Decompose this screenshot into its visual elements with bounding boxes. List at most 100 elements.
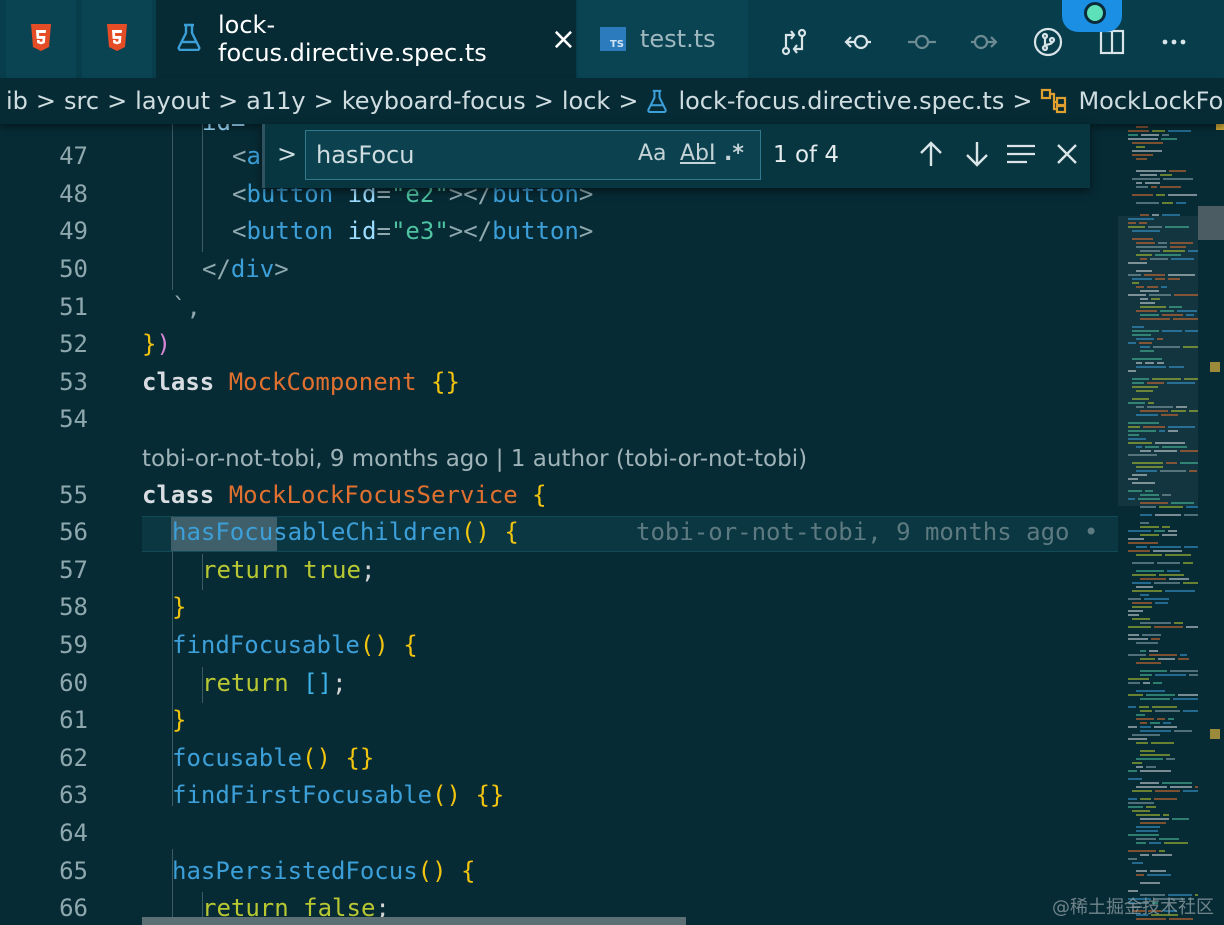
- minimap-code-line: [1136, 338, 1154, 340]
- minimap-code-line: [1140, 450, 1151, 452]
- minimap-code-line: [1128, 438, 1146, 440]
- minimap-code-line: [1136, 186, 1148, 188]
- minimap-code-line: [1165, 226, 1189, 228]
- token: hasPersistedFocus: [172, 857, 418, 885]
- minimap-code-line: [1128, 134, 1138, 136]
- token: {: [403, 631, 418, 659]
- minimap-code-line: [1173, 698, 1198, 700]
- html5-icon: [29, 23, 53, 55]
- minimap-code-line: [1128, 294, 1146, 296]
- toggle-replace-chevron-icon[interactable]: >: [277, 140, 297, 168]
- breadcrumb-item[interactable]: layout: [135, 87, 210, 115]
- find-widget: > Aa AbI .* 1 of 4: [262, 124, 1090, 188]
- minimap-code-line: [1136, 466, 1163, 468]
- minimap-code-line: [1168, 274, 1195, 276]
- find-in-selection-icon[interactable]: [1003, 136, 1039, 172]
- minimap-code-line: [1132, 734, 1160, 736]
- minimap-code-line: [1140, 534, 1159, 536]
- git-blame-codelens[interactable]: tobi-or-not-tobi, 9 months ago | 1 autho…: [142, 446, 807, 472]
- minimap-find-marker: [1210, 362, 1220, 372]
- minimap-code-line: [1136, 170, 1166, 172]
- minimap-code-line: [1140, 494, 1159, 496]
- minimap-code-line: [1140, 698, 1170, 700]
- minimap-code-line: [1136, 554, 1162, 556]
- minimap-code-line: [1180, 462, 1198, 464]
- go-back-icon[interactable]: [838, 22, 878, 62]
- close-find-icon[interactable]: [1049, 136, 1085, 172]
- breadcrumb-item[interactable]: keyboard-focus: [342, 87, 526, 115]
- chevron-right-icon: >: [107, 87, 128, 115]
- breadcrumb-item[interactable]: src: [64, 87, 99, 115]
- match-whole-word-toggle[interactable]: AbI: [680, 141, 716, 166]
- minimap-code-line: [1160, 174, 1172, 176]
- breadcrumb-file[interactable]: lock-focus.directive.spec.ts: [646, 87, 1004, 115]
- tab-lock-focus-spec[interactable]: lock-focus.directive.spec.ts ×: [156, 0, 576, 78]
- source-control-icon[interactable]: [1028, 22, 1068, 62]
- beaker-icon: [646, 89, 668, 113]
- horizontal-scrollbar[interactable]: [142, 917, 686, 925]
- git-compare-icon[interactable]: [774, 22, 814, 62]
- minimap-code-line: [1136, 830, 1158, 832]
- breadcrumb-symbol[interactable]: MockLockFocusSe: [1040, 87, 1224, 115]
- minimap-code-line: [1140, 350, 1154, 352]
- minimap-code-line: [1151, 638, 1160, 640]
- vertical-scrollbar-thumb[interactable]: [1198, 206, 1224, 240]
- match-case-toggle[interactable]: Aa: [638, 141, 667, 166]
- minimap-code-line: [1140, 506, 1156, 508]
- minimap-code-line: [1174, 730, 1192, 732]
- minimap-code-line: [1136, 814, 1160, 816]
- minimap-code-line: [1128, 542, 1158, 544]
- breadcrumb-item[interactable]: lock: [562, 87, 610, 115]
- find-input[interactable]: [316, 141, 636, 169]
- minimap-code-line: [1128, 130, 1149, 132]
- minimap-code-line: [1136, 874, 1144, 876]
- previous-match-icon[interactable]: [913, 136, 949, 172]
- close-icon[interactable]: ×: [551, 22, 576, 57]
- minimap-code-line: [1136, 714, 1145, 716]
- more-actions-icon[interactable]: [1154, 22, 1194, 62]
- git-commit-icon[interactable]: [902, 22, 942, 62]
- line-number: 52: [59, 330, 88, 358]
- minimap-code-line: [1136, 310, 1157, 312]
- token: <: [232, 180, 247, 208]
- line-number: 61: [59, 706, 88, 734]
- minimap-code-line: [1132, 606, 1152, 608]
- minimap-code-line: [1147, 382, 1164, 384]
- breadcrumb-item[interactable]: ib: [6, 87, 28, 115]
- minimap-code-line: [1128, 550, 1150, 552]
- tab-html-1[interactable]: [6, 0, 76, 78]
- minimap-code-line: [1132, 602, 1152, 604]
- minimap-code-line: [1128, 598, 1141, 600]
- use-regex-toggle[interactable]: .*: [724, 141, 744, 166]
- minimap-code-line: [1140, 174, 1157, 176]
- minimap-code-line: [1162, 446, 1187, 448]
- token: }: [172, 706, 187, 734]
- tab-html-2[interactable]: [82, 0, 152, 78]
- next-match-icon[interactable]: [959, 136, 995, 172]
- minimap-code-line: [1136, 446, 1142, 448]
- go-forward-icon[interactable]: [964, 22, 1004, 62]
- minimap-code-line: [1128, 798, 1137, 800]
- line-number: 56: [59, 518, 88, 546]
- minimap-code-line: [1128, 426, 1140, 428]
- typescript-icon: TS: [600, 27, 626, 51]
- breadcrumb-item[interactable]: a11y: [246, 87, 305, 115]
- minimap-code-line: [1140, 722, 1147, 724]
- token: {}: [345, 744, 375, 772]
- minimap-code-line: [1151, 186, 1157, 188]
- minimap-code-line: [1132, 194, 1153, 196]
- minimap-code-line: [1128, 434, 1139, 436]
- minimap-code-line: [1171, 410, 1186, 412]
- minimap-code-line: [1132, 810, 1150, 812]
- minimap-code-line: [1132, 178, 1160, 180]
- minimap-code-line: [1163, 250, 1185, 252]
- breadcrumb-file-label: lock-focus.directive.spec.ts: [678, 87, 1005, 115]
- minimap-code-line: [1149, 650, 1158, 652]
- minimap[interactable]: [1118, 124, 1224, 925]
- minimap-code-line: [1155, 442, 1185, 444]
- token: ></: [448, 217, 493, 245]
- minimap-code-line: [1140, 854, 1149, 856]
- tab-test-ts[interactable]: TS test.ts: [578, 0, 748, 78]
- code-editor[interactable]: id= 47 48 49 50 51 52 53 54 55 56 57 58 …: [0, 124, 1118, 925]
- minimap-code-line: [1155, 710, 1180, 712]
